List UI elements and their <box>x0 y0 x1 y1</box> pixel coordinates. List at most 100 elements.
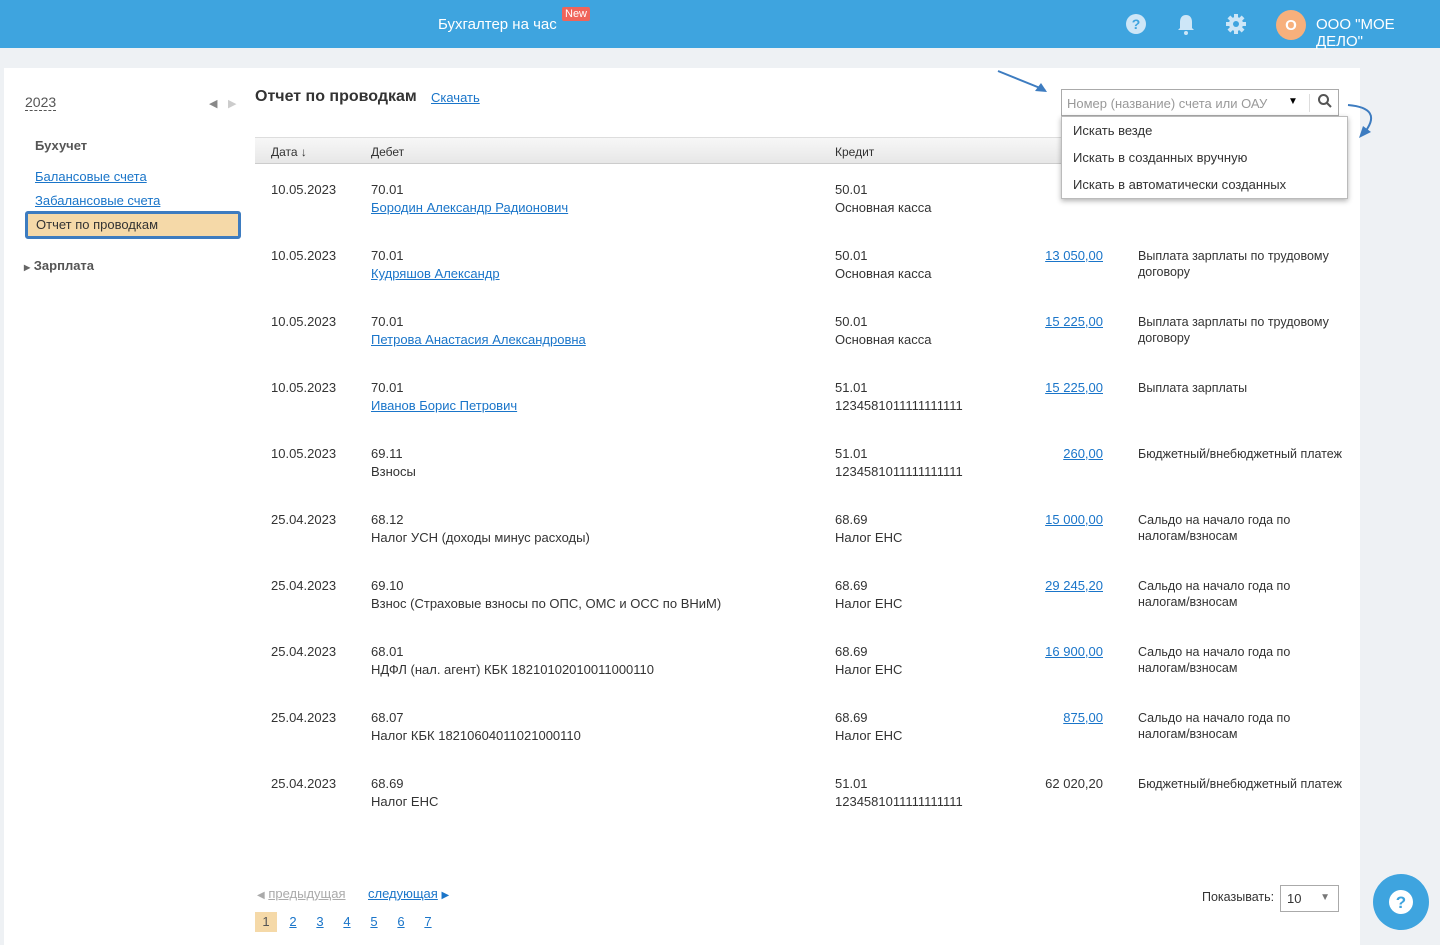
help-icon[interactable]: ? <box>1125 13 1147 35</box>
next-page-link[interactable]: следующая ▶ <box>368 886 449 901</box>
row-credit-name: Основная касса <box>835 332 932 347</box>
row-date: 10.05.2023 <box>271 182 337 197</box>
col-date[interactable]: Дата ↓ <box>271 145 307 159</box>
page-2-link[interactable]: 2 <box>282 912 304 932</box>
row-amount-link[interactable]: 15 000,00 <box>1045 512 1103 527</box>
row-credit-name: Налог ЕНС <box>835 662 903 677</box>
svg-text:?: ? <box>1396 893 1406 912</box>
row-description: Бюджетный/внебюджетный платеж <box>1138 777 1342 791</box>
row-credit-account: 50.01 <box>835 182 868 197</box>
download-link[interactable]: Скачать <box>431 90 480 105</box>
menu-item-search-manual[interactable]: Искать в созданных вручную <box>1062 144 1347 171</box>
col-credit: Кредит <box>835 145 875 159</box>
divider <box>1309 94 1310 112</box>
row-amount-link[interactable]: 13 050,00 <box>1045 248 1103 263</box>
sidebar-item-report[interactable]: Отчет по проводкам <box>25 211 241 239</box>
arrow-annotation-icon <box>997 70 1047 92</box>
row-debit-name: Взнос (Страховые взносы по ОПС, ОМС и ОС… <box>371 596 722 611</box>
prev-page-link[interactable]: ◀ предыдущая <box>257 886 346 901</box>
table-row: 25.04.2023 68.69 Налог ЕНС 51.01 123458101… <box>255 775 1345 841</box>
row-debit-name: НДФЛ (нал. агент) КБК 182101020100110001… <box>371 662 654 677</box>
svg-text:?: ? <box>1132 16 1141 32</box>
row-debit-name: Налог ЕНС <box>371 794 439 809</box>
row-debit-link[interactable]: Петрова Анастасия Александровна <box>371 332 586 347</box>
row-amount-link[interactable]: 16 900,00 <box>1045 644 1103 659</box>
year-selector[interactable]: 2023 <box>25 94 57 111</box>
row-amount-link[interactable]: 15 225,00 <box>1045 380 1103 395</box>
row-credit-name: Налог ЕНС <box>835 596 903 611</box>
brand-link[interactable]: Бухгалтер на час <box>438 16 557 33</box>
row-debit-link[interactable]: Иванов Борис Петрович <box>371 398 517 413</box>
row-description: Бюджетный/внебюджетный платеж <box>1138 447 1342 461</box>
row-debit-account: 68.69 <box>371 776 404 791</box>
row-debit-account: 70.01 <box>371 314 404 329</box>
row-debit-account: 68.01 <box>371 644 404 659</box>
page-title: Отчет по проводкам <box>255 88 417 105</box>
gear-icon[interactable] <box>1225 13 1247 35</box>
page-7-link[interactable]: 7 <box>417 912 439 932</box>
page-1-link[interactable]: 1 <box>255 912 277 932</box>
table-row: 10.05.2023 70.01 Иванов Борис Петрович 51… <box>255 379 1345 445</box>
search-icon[interactable] <box>1317 93 1333 112</box>
menu-item-search-all[interactable]: Искать везде <box>1062 117 1347 144</box>
sidebar-group-salary[interactable]: ▶ Зарплата <box>24 258 94 273</box>
row-amount-link[interactable]: 875,00 <box>1063 710 1103 725</box>
caret-right-icon: ▶ <box>24 263 31 272</box>
row-date: 25.04.2023 <box>271 710 337 725</box>
row-credit-name: 1234581011111111111 <box>835 398 963 413</box>
page-size-select[interactable]: 10 ▼ <box>1280 885 1339 912</box>
row-amount-link[interactable]: 260,00 <box>1063 446 1103 461</box>
table-row: 10.05.2023 69.11 Взносы 51.01 123458101111… <box>255 445 1345 511</box>
page-6-link[interactable]: 6 <box>390 912 412 932</box>
row-debit-name: Взносы <box>371 464 416 479</box>
chevron-down-icon: ▼ <box>1320 892 1330 903</box>
row-description: Выплата зарплаты по трудовому договору <box>1138 315 1329 345</box>
row-amount: 62 020,20 <box>1045 776 1103 791</box>
page-3-link[interactable]: 3 <box>309 912 331 932</box>
row-credit-account: 51.01 <box>835 776 868 791</box>
row-credit-name: 1234581011111111111 <box>835 794 963 809</box>
row-date: 10.05.2023 <box>271 248 337 263</box>
arrow-left-icon: ◀ <box>257 890 265 901</box>
page-5-link[interactable]: 5 <box>363 912 385 932</box>
row-amount-link[interactable]: 15 225,00 <box>1045 314 1103 329</box>
prev-year-icon[interactable]: ◀ <box>209 97 217 110</box>
sidebar-item-offbalance[interactable]: Забалансовые счета <box>35 193 160 208</box>
page-size-value: 10 <box>1287 891 1302 906</box>
arrow-right-icon: ▶ <box>441 890 450 901</box>
row-description: Сальдо на начало года по налогам/взносам <box>1138 645 1291 675</box>
sidebar-item-balance[interactable]: Балансовые счета <box>35 169 147 184</box>
dropdown-caret-icon[interactable]: ▼ <box>1288 96 1298 107</box>
next-year-icon[interactable]: ▶ <box>228 97 236 110</box>
top-bar: Бухгалтер на час New ? О ООО "МОЕ ДЕЛО" <box>0 0 1440 50</box>
row-debit-account: 69.11 <box>371 446 403 461</box>
row-date: 25.04.2023 <box>271 578 337 593</box>
sidebar-group-label: Зарплата <box>33 258 95 273</box>
table-row: 25.04.2023 68.01 НДФЛ (нал. агент) КБК 18… <box>255 643 1345 709</box>
row-credit-account: 51.01 <box>835 380 868 395</box>
page-4-link[interactable]: 4 <box>336 912 358 932</box>
help-icon: ? <box>1389 890 1413 914</box>
row-debit-account: 68.12 <box>371 512 404 527</box>
account-search-input[interactable]: Номер (название) счета или ОАУ ▼ <box>1061 89 1339 116</box>
menu-item-search-auto[interactable]: Искать в автоматически созданных <box>1062 171 1347 198</box>
avatar[interactable]: О <box>1276 10 1306 40</box>
bell-icon[interactable] <box>1175 13 1197 35</box>
row-credit-account: 51.01 <box>835 446 868 461</box>
row-date: 10.05.2023 <box>271 314 337 329</box>
row-credit-name: 1234581011111111111 <box>835 464 963 479</box>
org-name[interactable]: ООО "МОЕ ДЕЛО" <box>1316 16 1440 50</box>
row-credit-name: Основная касса <box>835 266 932 281</box>
col-debit: Дебет <box>371 145 405 159</box>
curved-arrow-annotation-icon <box>1347 104 1373 138</box>
help-chat-button[interactable]: ? <box>1373 874 1429 930</box>
row-description: Сальдо на начало года по налогам/взносам <box>1138 513 1291 543</box>
row-debit-account: 70.01 <box>371 182 404 197</box>
row-credit-account: 50.01 <box>835 248 868 263</box>
row-debit-name: Налог УСН (доходы минус расходы) <box>371 530 590 545</box>
row-description: Сальдо на начало года по налогам/взносам <box>1138 711 1291 741</box>
row-amount-link[interactable]: 29 245,20 <box>1045 578 1103 593</box>
sidebar-section-buhuchet: Бухучет <box>35 138 88 153</box>
row-debit-link[interactable]: Кудряшов Александр <box>371 266 500 281</box>
row-debit-link[interactable]: Бородин Александр Радионович <box>371 200 568 215</box>
